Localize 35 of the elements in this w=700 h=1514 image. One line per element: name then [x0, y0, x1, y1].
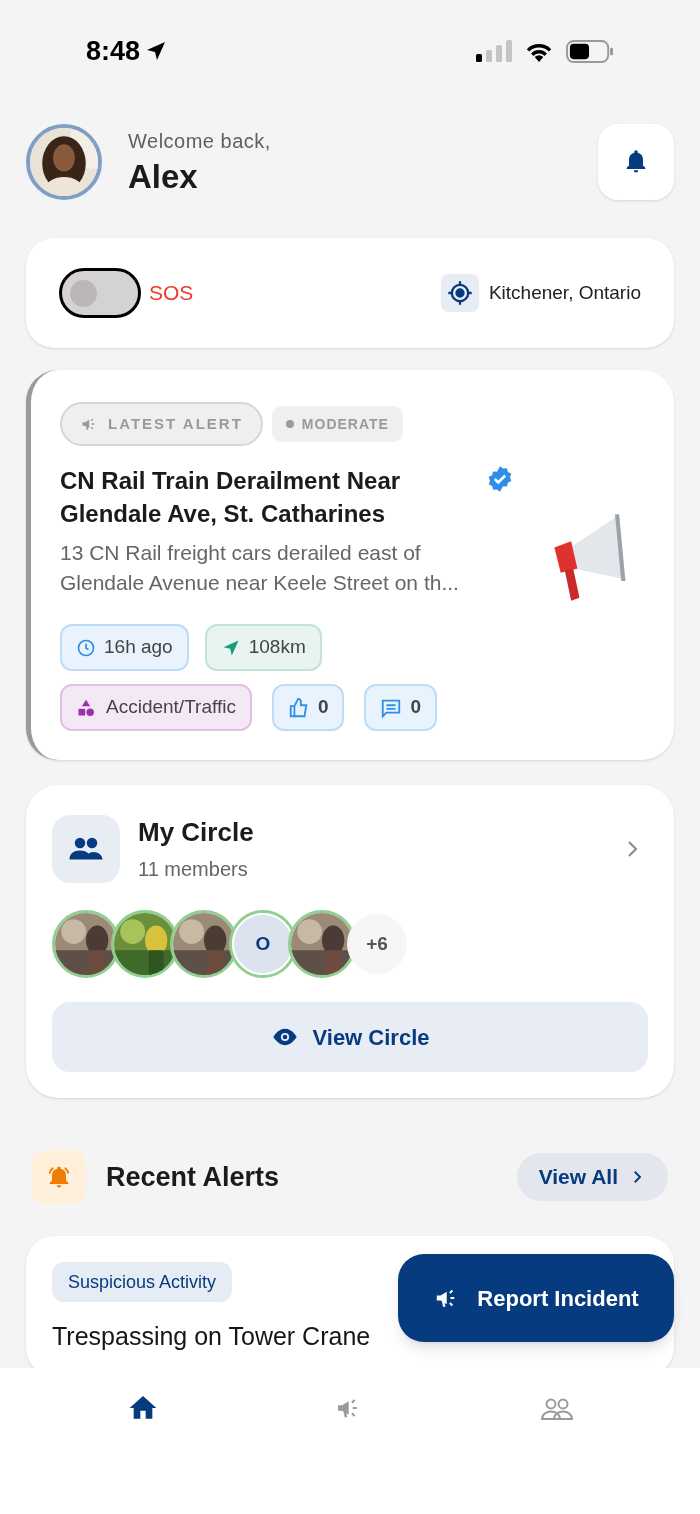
sos-toggle[interactable]	[59, 268, 141, 318]
thumbs-up-icon	[287, 696, 310, 719]
latest-alert-label: LATEST ALERT	[108, 413, 243, 434]
greeting-text: Welcome back,	[128, 129, 272, 155]
status-time: 8:48	[86, 34, 141, 68]
category-tag: Suspicious Activity	[52, 1262, 233, 1302]
alert-title: CN Rail Train Derailment Near Glendale Ave, St. Catharines	[60, 466, 402, 529]
circle-title: My Circle	[138, 816, 255, 849]
sos-label: SOS	[149, 280, 194, 307]
location-text: Kitchener, Ontario	[488, 280, 641, 305]
shapes-icon	[76, 697, 96, 718]
distance-text: 108km	[248, 635, 306, 660]
like-button[interactable]: 0	[271, 684, 345, 731]
member-count: 11 members	[138, 857, 249, 882]
battery-icon	[566, 39, 614, 63]
avatar[interactable]	[26, 124, 102, 200]
like-count: 0	[317, 695, 329, 720]
comment-button[interactable]: 0	[364, 684, 438, 731]
notification-button[interactable]	[598, 124, 674, 200]
time-text: 16h ago	[104, 635, 173, 660]
view-all-button[interactable]: View All	[516, 1153, 668, 1201]
section-title: Recent Alerts	[106, 1160, 281, 1194]
alert-description: 13 CN Rail freight cars derailed east of Glendale Avenue near Keele Street on th...	[60, 540, 460, 596]
clock-icon	[76, 637, 96, 658]
more-members: +6	[347, 914, 407, 974]
user-name: Alex	[128, 157, 199, 198]
alert-title: Trespassing on Tower Crane	[52, 1321, 371, 1352]
crosshair-icon	[445, 279, 474, 307]
view-circle-button[interactable]: View Circle	[52, 1002, 648, 1072]
signal-icon	[476, 40, 512, 62]
severity-label: MODERATE	[301, 414, 389, 434]
comment-count: 0	[410, 695, 422, 720]
alert-card[interactable]: LATEST ALERT MODERATE CN Rail Train Derailment Near Glendale Ave, St. Catharines 13 CN Rail freight cars derailed east of Glendale Avenue near Keele Street on th... 16h ago 108km Accident/Traffic 0 0	[26, 370, 674, 760]
category-text: Accident/Traffic	[106, 695, 236, 720]
report-incident-button[interactable]: Report Incident	[398, 1254, 674, 1342]
